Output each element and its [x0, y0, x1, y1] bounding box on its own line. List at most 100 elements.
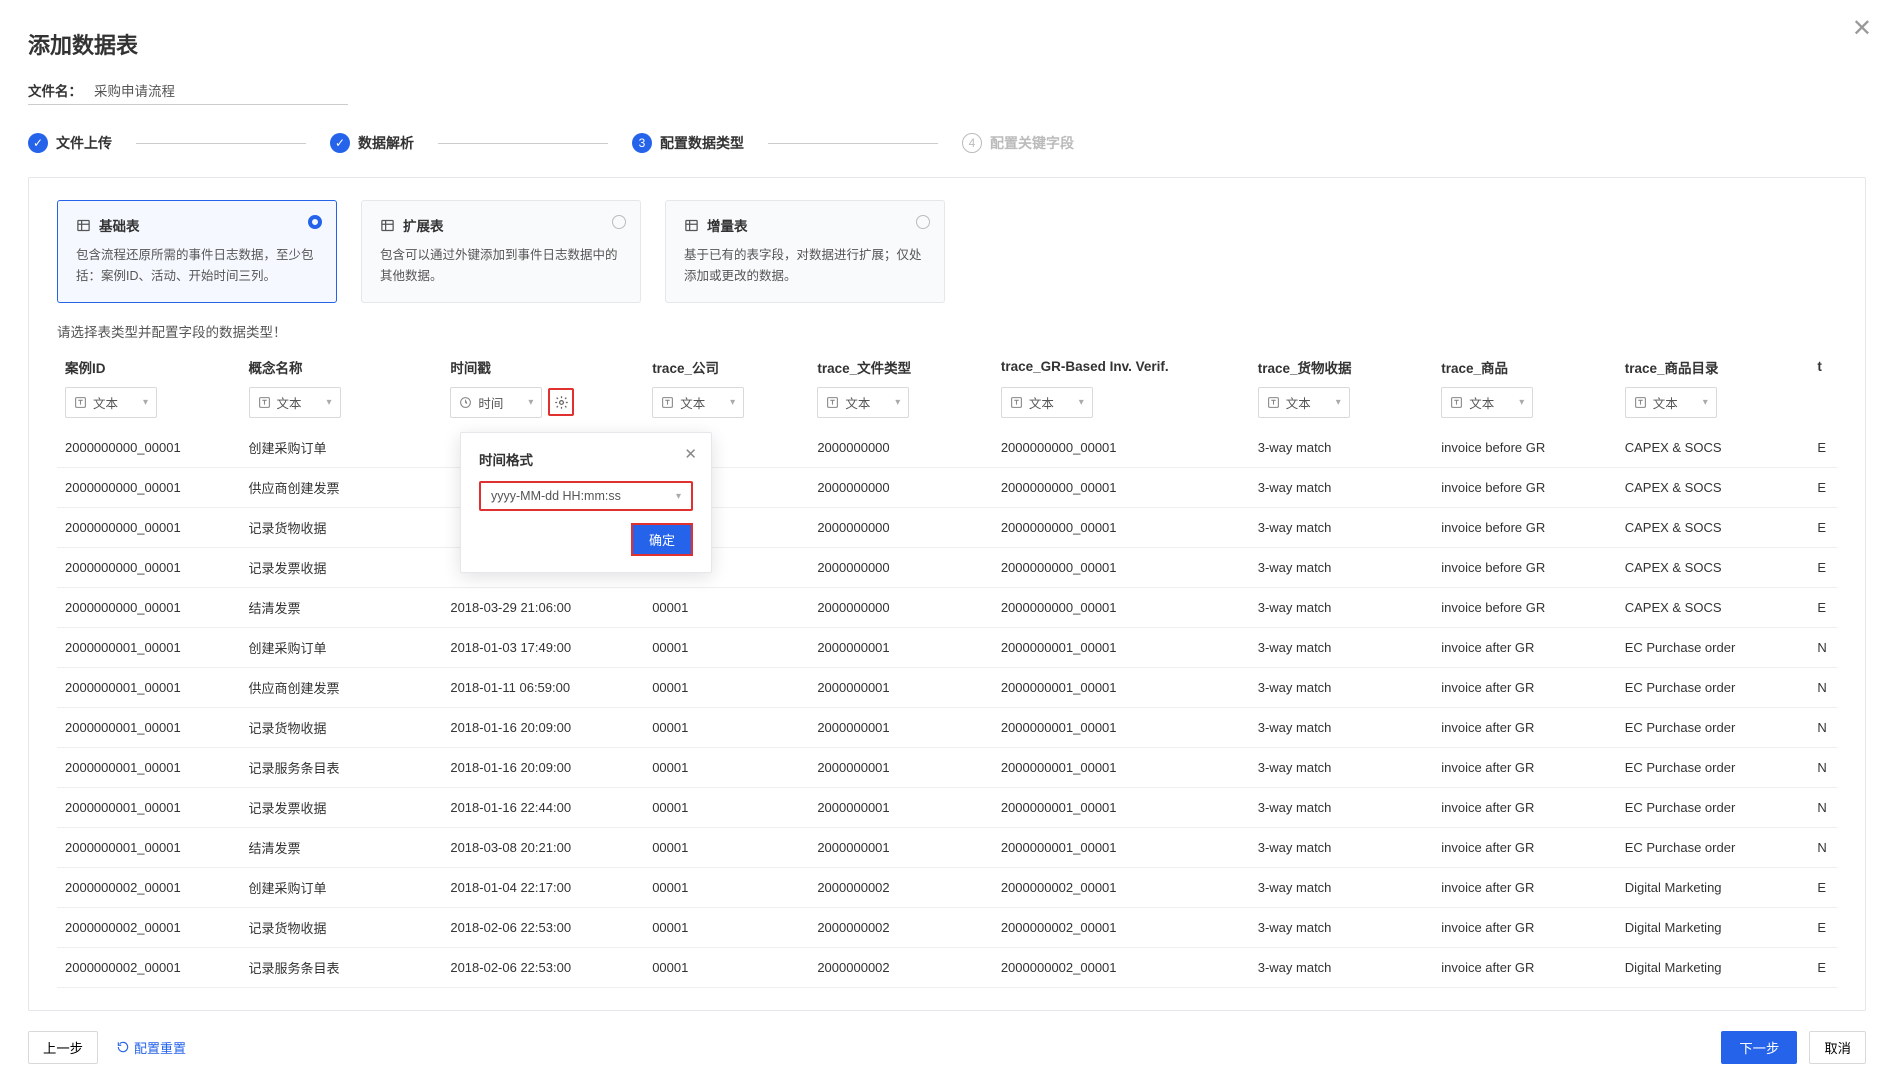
table-cell: 记录发票收据 [241, 547, 443, 587]
step-config-type: 3 配置数据类型 [632, 133, 744, 153]
table-cell: Digital Marketing [1617, 907, 1810, 947]
footer-bar: 上一步 配置重置 下一步 取消 [28, 1031, 1866, 1064]
column-type-select[interactable]: 文本 ▾ [249, 387, 341, 418]
table-cell: 2000000001 [809, 707, 993, 747]
table-cell: 2000000000 [809, 587, 993, 627]
time-format-select[interactable]: yyyy-MM-dd HH:mm:ss ▾ [479, 481, 693, 511]
text-icon [1010, 396, 1023, 409]
table-row: 2000000000_00001创建采购订单200000000020000000… [57, 428, 1837, 468]
table-cell: 2000000001_00001 [993, 747, 1250, 787]
table-cell: 2000000000 [809, 547, 993, 587]
column-type-select[interactable]: 文本 ▾ [1625, 387, 1717, 418]
radio-icon [916, 215, 930, 229]
column-type-select[interactable]: 时间 ▾ [450, 387, 542, 418]
table-cell: 2000000000_00001 [57, 587, 241, 627]
text-icon [661, 396, 674, 409]
table-cell: invoice before GR [1433, 587, 1617, 627]
table-cell: CAPEX & SOCS [1617, 587, 1810, 627]
chevron-down-icon: ▾ [528, 397, 533, 408]
table-cell: 2000000001 [809, 827, 993, 867]
table-cell: N [1809, 827, 1837, 867]
text-icon [1634, 396, 1647, 409]
table-cell: 2000000002 [809, 947, 993, 987]
table-cell: 供应商创建发票 [241, 467, 443, 507]
text-icon [258, 396, 271, 409]
close-icon[interactable]: ✕ [1852, 14, 1872, 43]
table-cell: 供应商创建发票 [241, 667, 443, 707]
column-type-select[interactable]: 文本 ▾ [1001, 387, 1093, 418]
chevron-down-icon: ▾ [730, 397, 735, 408]
table-cell: EC Purchase order [1617, 667, 1810, 707]
column-type-select[interactable]: 文本 ▾ [817, 387, 909, 418]
table-row: 2000000000_00001结清发票2018-03-29 21:06:000… [57, 587, 1837, 627]
chevron-down-icon: ▾ [676, 491, 681, 502]
column-type-select[interactable]: 文本 ▾ [65, 387, 157, 418]
step-data-parse: ✓ 数据解析 [330, 133, 414, 153]
column-type-select[interactable]: 文本 ▾ [1258, 387, 1350, 418]
table-type-card[interactable]: 扩展表 包含可以通过外键添加到事件日志数据中的其他数据。 [361, 200, 641, 303]
table-row: 2000000001_00001结清发票2018-03-08 20:21:000… [57, 827, 1837, 867]
prev-button[interactable]: 上一步 [28, 1031, 98, 1064]
table-row: 2000000001_00001记录发票收据2018-01-16 22:44:0… [57, 787, 1837, 827]
table-cell: 00001 [644, 907, 809, 947]
table-row: 2000000001_00001创建采购订单2018-01-03 17:49:0… [57, 627, 1837, 667]
table-row: 2000000000_00001供应商创建发票20000000002000000… [57, 467, 1837, 507]
table-cell: 2018-03-29 21:06:00 [442, 587, 644, 627]
table-cell: 2000000000_00001 [57, 467, 241, 507]
table-cell: 创建采购订单 [241, 867, 443, 907]
table-cell: Digital Marketing [1617, 947, 1810, 987]
cancel-button[interactable]: 取消 [1809, 1031, 1866, 1064]
table-cell: 3-way match [1250, 428, 1434, 468]
table-cell: 2000000001_00001 [993, 787, 1250, 827]
next-button[interactable]: 下一步 [1721, 1031, 1797, 1064]
table-icon [380, 218, 395, 233]
close-icon[interactable]: ✕ [684, 445, 697, 463]
column-type-select[interactable]: 文本 ▾ [1441, 387, 1533, 418]
table-cell: invoice after GR [1433, 747, 1617, 787]
table-cell: 2000000001_00001 [993, 707, 1250, 747]
type-card-desc: 基于已有的表字段，对数据进行扩展；仅处添加或更改的数据。 [684, 245, 926, 288]
table-cell: 记录货物收据 [241, 707, 443, 747]
table-cell: 2000000000 [809, 428, 993, 468]
table-cell: 2018-01-11 06:59:00 [442, 667, 644, 707]
table-cell: N [1809, 627, 1837, 667]
table-cell: E [1809, 547, 1837, 587]
table-cell: 2000000001 [809, 747, 993, 787]
step-bar: ✓ 文件上传 ✓ 数据解析 3 配置数据类型 4 配置关键字段 [28, 133, 1866, 153]
table-type-card[interactable]: 基础表 包含流程还原所需的事件日志数据，至少包括：案例ID、活动、开始时间三列。 [57, 200, 337, 303]
table-cell: 2000000001_00001 [57, 747, 241, 787]
column-header: 案例ID [57, 347, 241, 383]
table-cell: 2018-01-16 20:09:00 [442, 707, 644, 747]
table-cell: 3-way match [1250, 667, 1434, 707]
table-cell: 记录货物收据 [241, 907, 443, 947]
column-type-select[interactable]: 文本 ▾ [652, 387, 744, 418]
check-icon: ✓ [28, 133, 48, 153]
filename-row: 文件名： 采购申请流程 [28, 80, 348, 105]
table-cell: 3-way match [1250, 787, 1434, 827]
table-cell: invoice before GR [1433, 547, 1617, 587]
text-icon [74, 396, 87, 409]
table-cell: 2000000001_00001 [57, 667, 241, 707]
confirm-button[interactable]: 确定 [633, 525, 691, 554]
table-cell: 记录服务条目表 [241, 747, 443, 787]
table-cell: EC Purchase order [1617, 627, 1810, 667]
time-format-popover: ✕ 时间格式 yyyy-MM-dd HH:mm:ss ▾ 确定 [460, 432, 712, 573]
reset-config-link[interactable]: 配置重置 [116, 1038, 186, 1057]
table-cell: 3-way match [1250, 547, 1434, 587]
column-header: trace_货物收据 [1250, 347, 1434, 383]
table-row: 2000000001_00001记录服务条目表2018-01-16 20:09:… [57, 747, 1837, 787]
time-format-gear-button[interactable] [548, 388, 574, 416]
table-row: 2000000001_00001 记录货物收据2018-01-16 20:09:0… [57, 707, 1837, 747]
table-cell: 结清发票 [241, 827, 443, 867]
table-cell: 00001 [644, 587, 809, 627]
table-cell: 2000000002_00001 [993, 867, 1250, 907]
table-cell: 2000000001 [809, 667, 993, 707]
table-cell: 2000000000_00001 [993, 428, 1250, 468]
table-cell: E [1809, 907, 1837, 947]
column-header: trace_商品 [1433, 347, 1617, 383]
config-panel: 基础表 包含流程还原所需的事件日志数据，至少包括：案例ID、活动、开始时间三列。… [28, 177, 1866, 1011]
table-cell: 2000000000_00001 [57, 507, 241, 547]
table-cell: 创建采购订单 [241, 428, 443, 468]
table-cell: invoice before GR [1433, 507, 1617, 547]
table-type-card[interactable]: 增量表 基于已有的表字段，对数据进行扩展；仅处添加或更改的数据。 [665, 200, 945, 303]
